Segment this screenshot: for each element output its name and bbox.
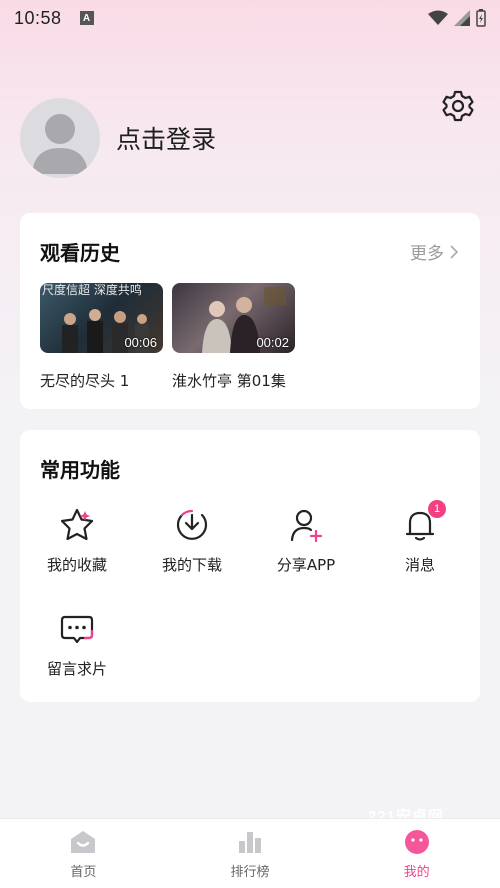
share-app-button[interactable]: 分享APP bbox=[251, 506, 361, 575]
favorites-label: 我的收藏 bbox=[46, 556, 107, 574]
mine-icon bbox=[404, 830, 429, 854]
request-film-button[interactable]: 留言求片 bbox=[22, 610, 132, 679]
notification-badge: 1 bbox=[428, 500, 446, 518]
duration-label: 00:02 bbox=[256, 335, 289, 350]
downloads-label: 我的下载 bbox=[161, 556, 222, 574]
duration-label: 00:06 bbox=[124, 335, 157, 350]
history-more-button[interactable]: 更多 bbox=[410, 239, 458, 264]
messages-button[interactable]: 1 消息 bbox=[365, 500, 475, 575]
bell-icon: 1 bbox=[365, 500, 475, 544]
more-label: 更多 bbox=[410, 244, 444, 264]
history-video-title-2[interactable]: 淮水竹亭 第01集 bbox=[172, 370, 286, 391]
status-time: 10:58 bbox=[14, 7, 62, 28]
chevron-right-icon bbox=[450, 244, 458, 259]
status-icons bbox=[428, 9, 486, 27]
share-app-label: 分享APP bbox=[276, 556, 336, 574]
bottom-tab-bar: 首页 排行榜 我的 bbox=[0, 818, 500, 888]
favorites-button[interactable]: 我的收藏 bbox=[22, 506, 132, 575]
message-icon bbox=[22, 610, 132, 648]
wifi-icon bbox=[428, 10, 448, 25]
history-thumbnail-1[interactable]: 尺度信超 深度共鸣 00:06 bbox=[40, 283, 163, 353]
functions-title: 常用功能 bbox=[40, 458, 120, 482]
battery-icon bbox=[476, 9, 486, 27]
avatar[interactable] bbox=[20, 98, 100, 178]
history-video-title-1[interactable]: 无尽的尽头 1 bbox=[40, 370, 129, 391]
request-film-label: 留言求片 bbox=[46, 660, 107, 678]
login-label[interactable]: 点击登录 bbox=[116, 120, 216, 156]
tab-home-label: 首页 bbox=[70, 865, 97, 880]
share-user-icon bbox=[251, 506, 361, 544]
downloads-button[interactable]: 我的下载 bbox=[137, 506, 247, 575]
star-icon bbox=[22, 506, 132, 544]
signal-icon bbox=[454, 10, 470, 26]
status-bar: 10:58 A bbox=[0, 0, 500, 36]
notification-a-icon: A bbox=[79, 11, 94, 25]
messages-label: 消息 bbox=[404, 556, 435, 574]
settings-gear-icon[interactable] bbox=[440, 88, 476, 124]
tab-mine-label: 我的 bbox=[403, 865, 430, 880]
history-thumbnail-2[interactable]: 00:02 bbox=[172, 283, 295, 353]
tab-ranking-label: 排行榜 bbox=[230, 865, 270, 880]
tab-mine[interactable]: 我的 bbox=[333, 819, 500, 888]
watch-history-card: 观看历史 更多 尺度信超 深度共鸣 00:06 00:02 无尽的尽头 1 淮水… bbox=[20, 213, 480, 409]
common-functions-card: 常用功能 我的收藏 我的下载 分享APP 1 消息 留言求片 bbox=[20, 430, 480, 702]
tab-ranking[interactable]: 排行榜 bbox=[167, 819, 334, 888]
profile-login-row[interactable]: 点击登录 bbox=[20, 98, 216, 178]
download-icon bbox=[137, 506, 247, 544]
ranking-icon bbox=[239, 832, 261, 853]
home-icon bbox=[71, 831, 96, 853]
tab-home[interactable]: 首页 bbox=[0, 819, 167, 888]
history-title: 观看历史 bbox=[40, 241, 120, 265]
default-avatar-icon bbox=[32, 114, 88, 174]
